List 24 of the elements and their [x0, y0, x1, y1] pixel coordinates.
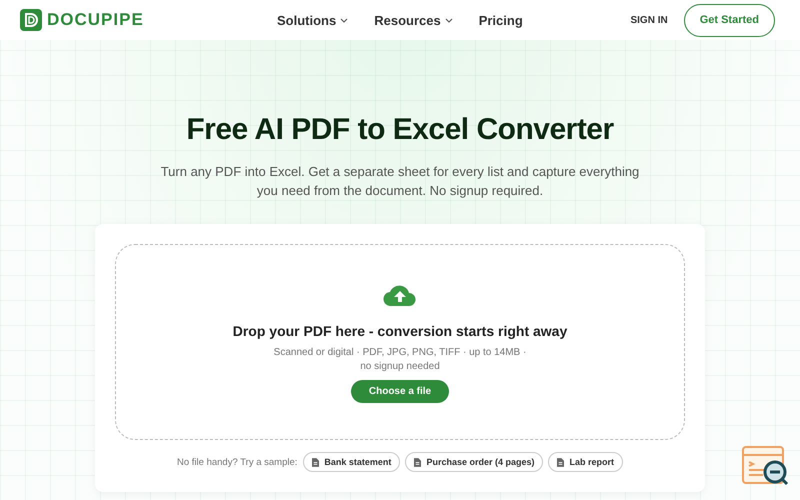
choose-file-button[interactable]: Choose a file — [350, 380, 450, 403]
drop-zone[interactable]: Drop your PDF here - conversion starts right away Scanned or digital · PDF, JPG, PNG, TIFF · up to 14MB · no signup needed Choose a file — [115, 244, 685, 440]
nav-link[interactable]: Pricing — [478, 12, 523, 28]
file-hint: Scanned or digital · PDF, JPG, PNG, TIFF · up to 14MB · — [274, 347, 526, 358]
document-icon — [312, 458, 320, 466]
brand-name[interactable]: DOCUPIPE — [47, 10, 144, 30]
signup-hint: no signup needed — [360, 361, 440, 372]
sample-chip[interactable]: Lab report — [548, 452, 623, 472]
document-icon — [557, 458, 564, 466]
sample-chip[interactable]: Purchase order (4 pages) — [405, 452, 544, 472]
sample-label: No file handy? Try a sample: — [177, 456, 298, 468]
document-icon — [414, 458, 422, 466]
nav-link[interactable]: Resources — [374, 12, 453, 28]
sample-chip[interactable]: Bank statement — [303, 452, 400, 472]
drop-heading: Drop your PDF here - conversion starts right away — [232, 323, 568, 339]
cloud-upload-icon — [382, 283, 418, 307]
logo-icon — [20, 9, 42, 31]
page-subtitle: Turn any PDF into Excel. Get a separate sheet for every list and capture everything you need from the document. No signup required. — [160, 163, 640, 200]
chevron-down-icon — [340, 18, 348, 22]
chevron-down-icon — [444, 18, 453, 22]
page-title: Free AI PDF to Excel Converter — [185, 113, 615, 147]
sign-in-link[interactable]: SIGN IN — [630, 14, 668, 26]
get-started-button[interactable]: Get Started — [684, 4, 775, 36]
nav-link[interactable]: Solutions — [277, 12, 348, 28]
